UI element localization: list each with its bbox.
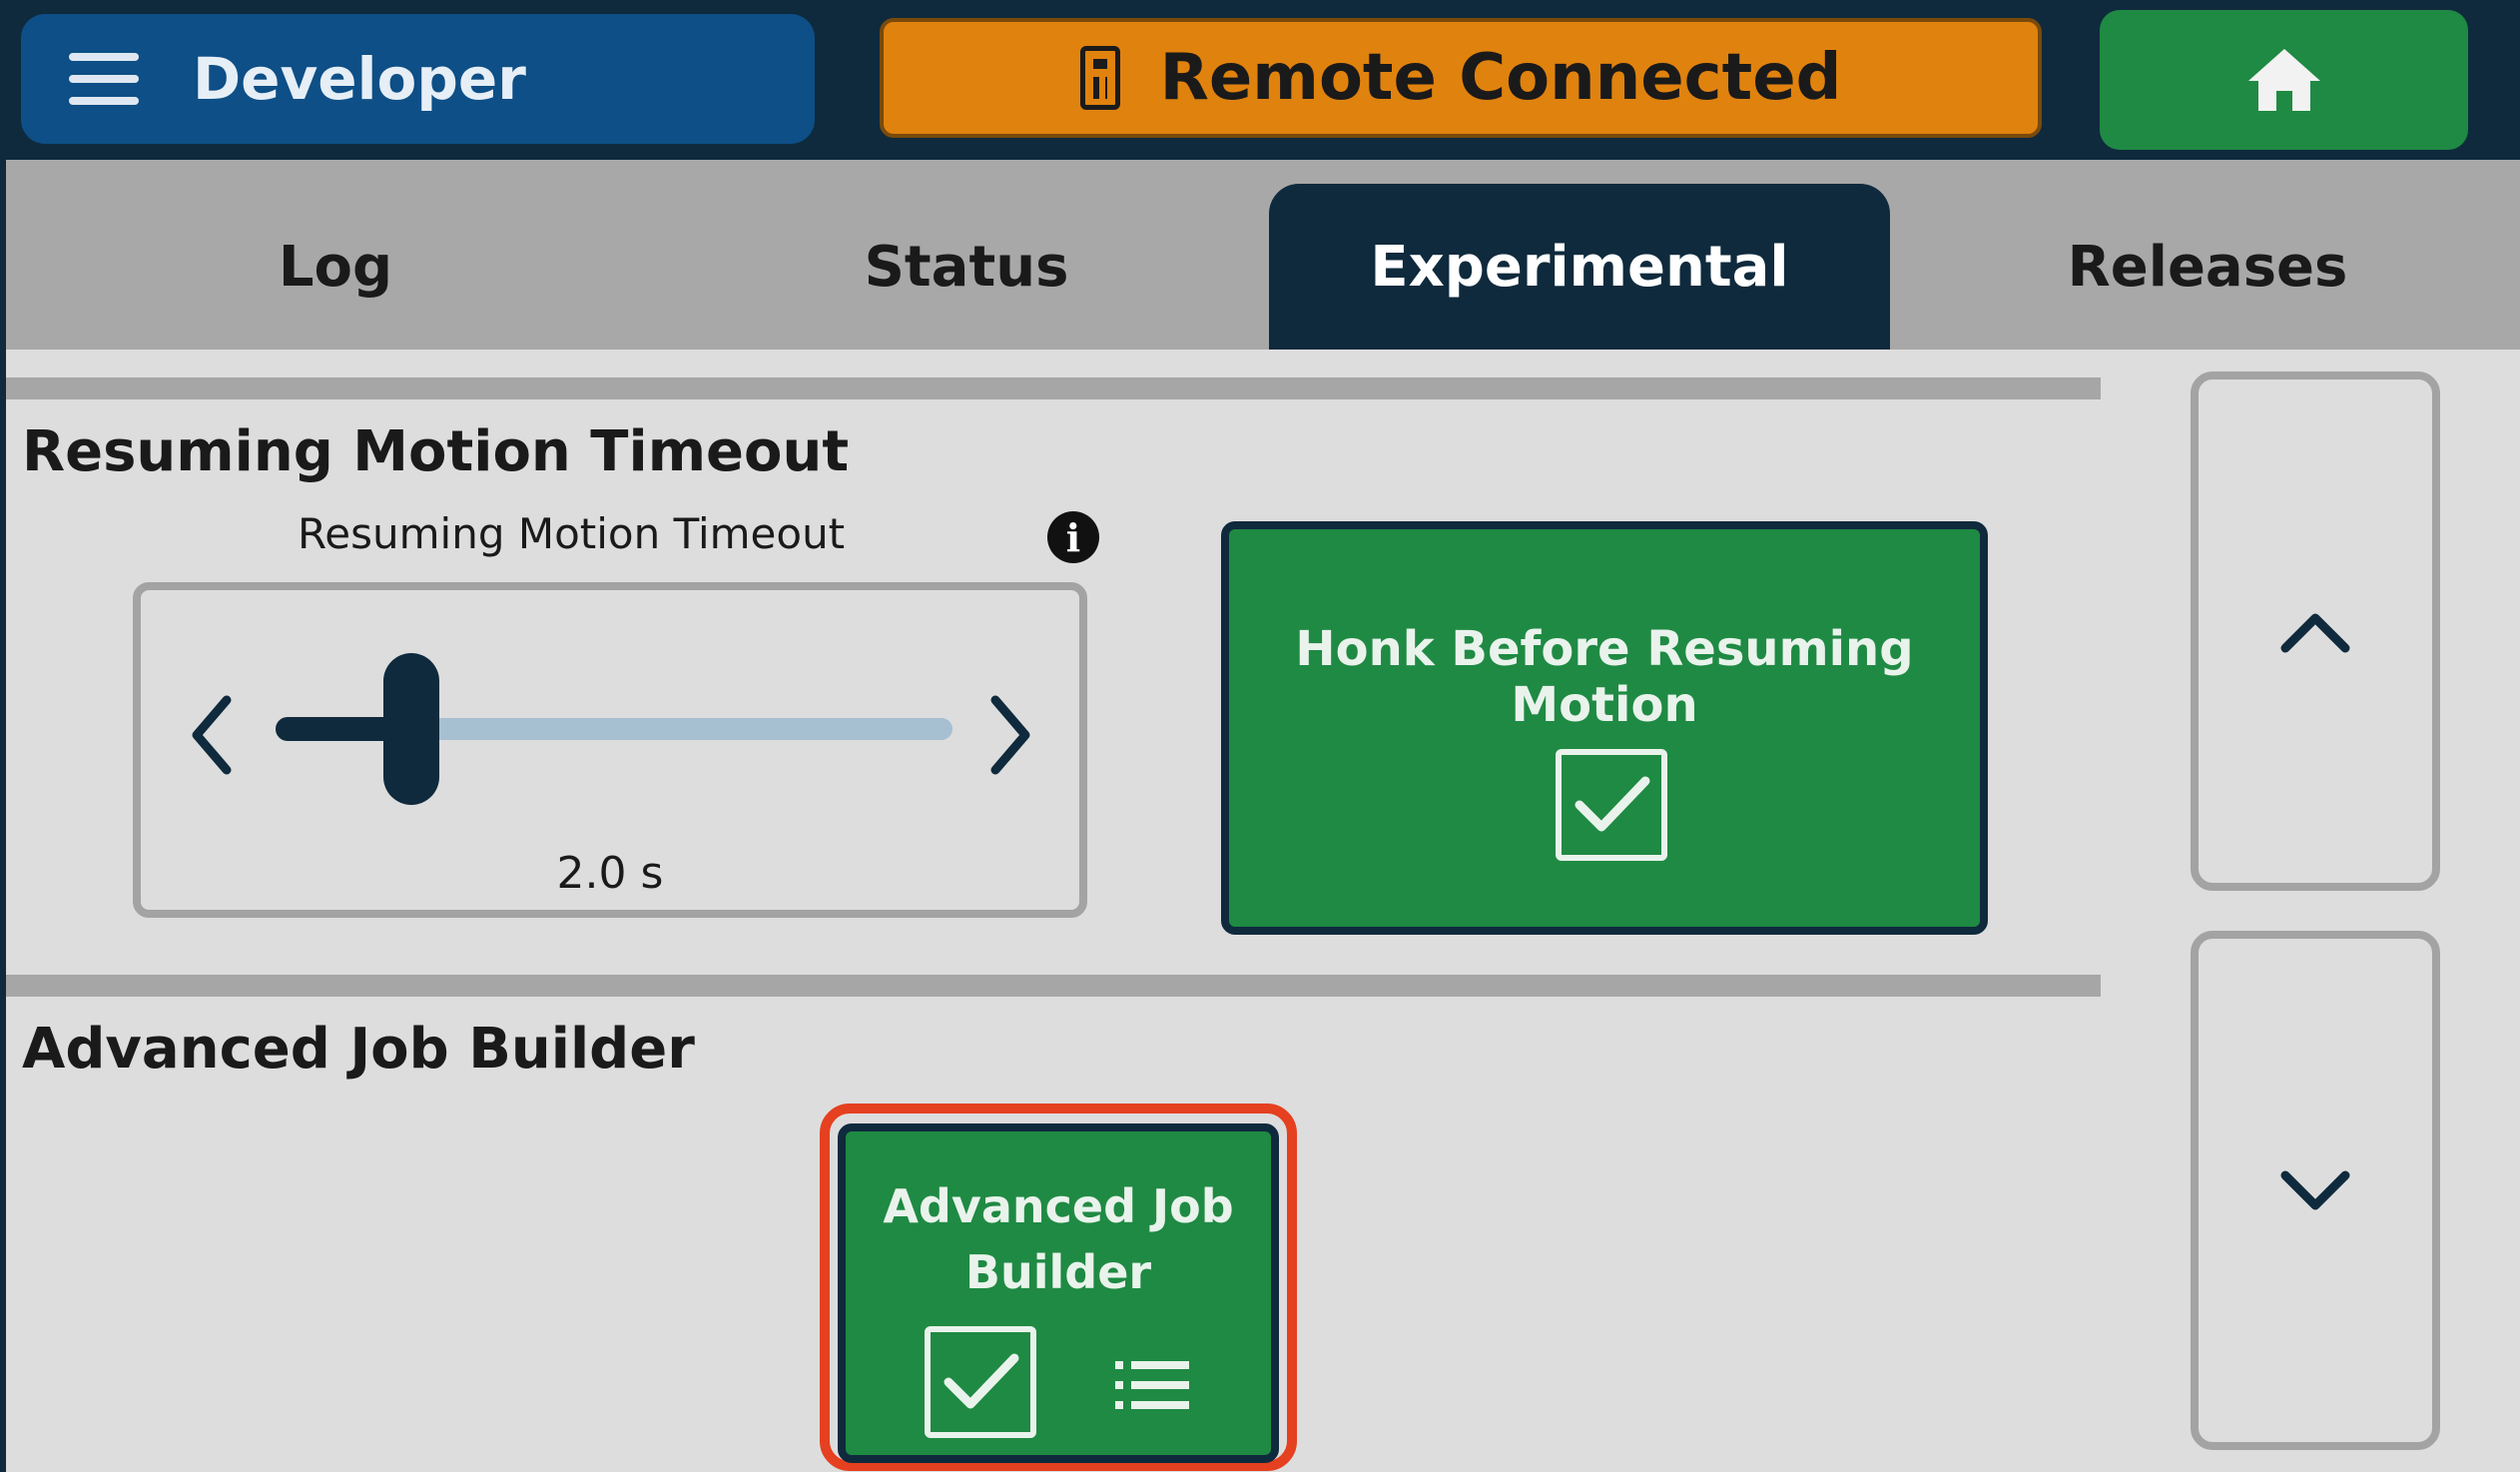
menu-title: Developer xyxy=(193,45,526,113)
slider-value: 2.0 s xyxy=(556,848,664,899)
chevron-right-icon[interactable] xyxy=(979,690,1039,780)
info-icon[interactable]: i xyxy=(1047,511,1099,563)
chevron-up-icon xyxy=(2280,613,2350,653)
advanced-job-builder-card[interactable]: Advanced Job Builder xyxy=(838,1123,1279,1463)
chevron-left-icon[interactable] xyxy=(183,690,243,780)
top-bar: Developer Remote Connected xyxy=(0,0,2520,160)
chevron-down-icon xyxy=(2280,1170,2350,1210)
home-icon xyxy=(2247,49,2320,111)
section-divider xyxy=(6,975,2101,997)
remote-control-icon xyxy=(1079,46,1120,110)
section-title-resuming: Resuming Motion Timeout xyxy=(22,419,850,484)
tab-log[interactable]: Log xyxy=(6,184,665,350)
tab-releases[interactable]: Releases xyxy=(1893,184,2520,350)
slider-label: Resuming Motion Timeout xyxy=(298,509,846,558)
tab-status[interactable]: Status xyxy=(637,184,1296,350)
timeout-slider: 2.0 s xyxy=(133,582,1087,918)
hamburger-icon xyxy=(69,53,139,105)
remote-connected-button[interactable]: Remote Connected xyxy=(880,18,2042,138)
tab-bar: Log Status Experimental Releases xyxy=(6,160,2520,350)
settings-content: Resuming Motion Timeout Resuming Motion … xyxy=(6,350,2520,1472)
section-title-advanced: Advanced Job Builder xyxy=(22,1017,695,1082)
honk-label: Honk Before Resuming Motion xyxy=(1295,621,1914,733)
advanced-job-builder-label: Advanced Job Builder xyxy=(883,1179,1234,1299)
slider-thumb[interactable] xyxy=(382,653,439,805)
tab-experimental[interactable]: Experimental xyxy=(1269,184,1890,350)
checkmark-icon xyxy=(1575,776,1650,832)
scroll-up-button[interactable] xyxy=(2191,371,2440,891)
remote-status-label: Remote Connected xyxy=(1159,41,1842,115)
checkmark-icon xyxy=(944,1353,1019,1409)
section-divider xyxy=(6,377,2101,399)
list-icon[interactable] xyxy=(1115,1359,1191,1411)
home-button[interactable] xyxy=(2100,10,2468,150)
menu-button[interactable]: Developer xyxy=(21,14,815,144)
honk-checkbox[interactable] xyxy=(1556,749,1667,861)
advanced-job-builder-checkbox[interactable] xyxy=(925,1326,1036,1438)
scroll-down-button[interactable] xyxy=(2191,931,2440,1450)
honk-toggle-card[interactable]: Honk Before Resuming Motion xyxy=(1221,521,1988,935)
